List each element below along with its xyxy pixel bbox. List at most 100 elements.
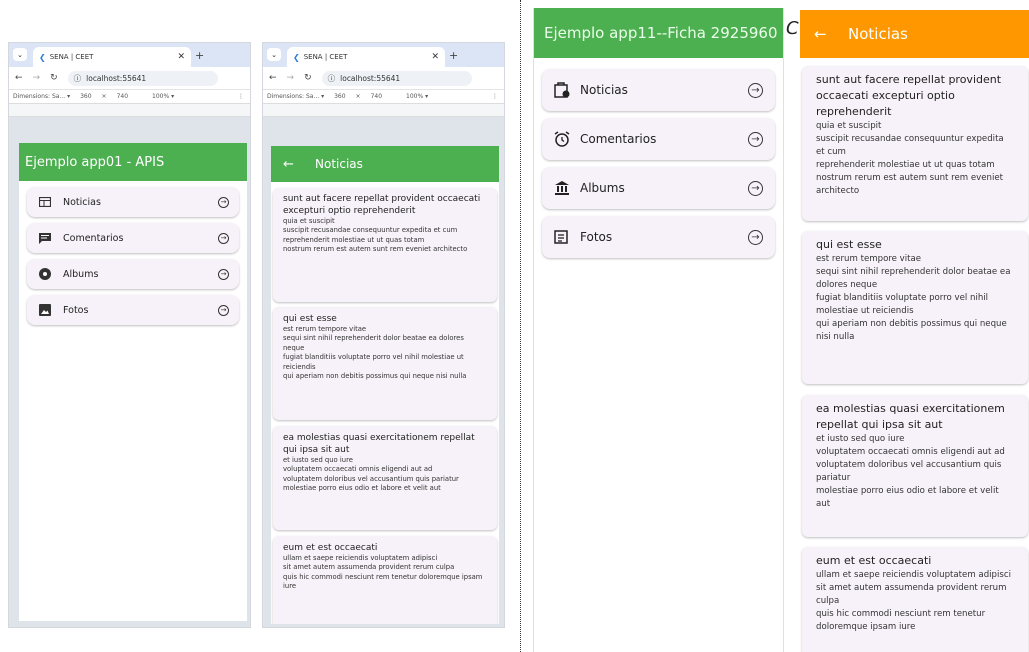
menu-item-label: Comentarios <box>580 132 657 146</box>
height-field[interactable]: 740 <box>371 93 382 100</box>
forward-icon[interactable]: → <box>287 73 295 83</box>
menu-item-label: Fotos <box>63 304 89 316</box>
menu-item-label: Comentarios <box>63 232 124 244</box>
post-body: ullam et saepe reiciendis voluptatem adi… <box>816 570 1011 632</box>
arrow-circle-right-icon[interactable]: → <box>218 304 229 316</box>
page-title: Noticias <box>848 25 908 43</box>
clipped-text: C <box>786 18 799 39</box>
width-field[interactable]: 360 <box>80 93 91 100</box>
post-card: ea molestias quasi exercitationem repell… <box>802 395 1028 537</box>
page-title: Noticias <box>315 157 363 171</box>
forward-icon[interactable]: → <box>33 73 41 83</box>
post-title: sunt aut facere repellat provident occae… <box>816 73 1002 118</box>
post-body: et iusto sed quo iure voluptatem occaeca… <box>816 434 1005 509</box>
tab-close-icon[interactable]: ✕ <box>431 52 439 62</box>
address-bar[interactable]: ⓘ localhost:55641 <box>321 70 472 86</box>
browser-tab[interactable]: ❮ SENA | CEET ✕ <box>33 47 191 67</box>
site-info-icon: ⓘ <box>327 73 336 83</box>
post-card: qui est esse est rerum tempore vitae seq… <box>802 231 1028 384</box>
menu-item-comentarios[interactable]: Comentarios → <box>27 223 239 253</box>
menu-item-label: Fotos <box>580 230 613 244</box>
arrow-circle-right-icon[interactable]: → <box>748 131 763 147</box>
back-arrow-icon[interactable]: ← <box>283 157 294 172</box>
arrow-circle-right-icon[interactable]: → <box>218 232 229 244</box>
menu-item-albums[interactable]: Albums → <box>27 259 239 289</box>
arrow-circle-right-icon[interactable]: → <box>218 268 229 280</box>
back-arrow-icon[interactable]: ← <box>814 25 827 43</box>
device-viewport: Ejemplo app01 - APIS Noticias → Comentar… <box>19 143 247 621</box>
height-field[interactable]: 740 <box>117 93 128 100</box>
post-title: ea molestias quasi exercitationem repell… <box>283 433 475 455</box>
album-icon <box>39 268 51 280</box>
home-panel-large: Ejemplo app11--Ficha 2925960 Noticias → … <box>533 8 784 652</box>
new-tab-icon[interactable]: + <box>195 49 204 62</box>
app-bar: Ejemplo app11--Ficha 2925960 <box>534 8 783 58</box>
alarm-clock-icon <box>554 131 570 147</box>
app-bar: Ejemplo app01 - APIS <box>19 143 247 181</box>
reload-icon[interactable]: ↻ <box>50 73 58 83</box>
app-bar: ← Noticias <box>271 146 499 182</box>
tab-search-chevron-icon[interactable]: ⌄ <box>267 48 281 61</box>
width-field[interactable]: 360 <box>334 93 345 100</box>
post-body: et iusto sed quo iure voluptatem occaeca… <box>283 456 459 493</box>
browser-window-news: ⌄ ❮ SENA | CEET ✕ + ← → ↻ ⓘ localhost:55… <box>262 42 505 628</box>
browser-toolbar: ← → ↻ ⓘ localhost:55641 <box>9 67 250 89</box>
post-title: eum et est occaecati <box>283 543 378 553</box>
device-toolbar: Dimensions: Sa... ▾ 360 × 740 100% ▾ ⋮ <box>263 89 504 103</box>
menu-item-fotos[interactable]: Fotos → <box>27 295 239 325</box>
times-symbol: × <box>101 93 107 100</box>
menu-item-label: Noticias <box>63 196 101 208</box>
menu-item-comentarios[interactable]: Comentarios → <box>542 118 775 160</box>
tab-close-icon[interactable]: ✕ <box>177 52 185 62</box>
tab-search-chevron-icon[interactable]: ⌄ <box>13 48 27 61</box>
divider <box>520 0 521 652</box>
ruler-bar <box>9 103 250 117</box>
new-tab-icon[interactable]: + <box>449 49 458 62</box>
more-options-icon[interactable]: ⋮ <box>492 93 498 100</box>
museum-icon <box>554 180 570 196</box>
back-icon[interactable]: ← <box>269 73 277 83</box>
arrow-circle-right-icon[interactable]: → <box>748 180 763 196</box>
menu-item-fotos[interactable]: Fotos → <box>542 216 775 258</box>
photo-icon <box>39 304 51 316</box>
browser-tab[interactable]: ❮ SENA | CEET ✕ <box>287 47 445 67</box>
newspaper-icon <box>39 197 51 207</box>
article-icon <box>554 230 568 244</box>
menu-item-noticias[interactable]: Noticias → <box>27 187 239 217</box>
reload-icon[interactable]: ↻ <box>304 73 312 83</box>
menu-item-noticias[interactable]: Noticias → <box>542 69 775 111</box>
device-viewport: ← Noticias sunt aut facere repellat prov… <box>271 146 499 624</box>
post-title: sunt aut facere repellat provident occae… <box>283 194 481 216</box>
menu-item-label: Albums <box>63 268 99 280</box>
menu-item-albums[interactable]: Albums → <box>542 167 775 209</box>
news-alert-icon <box>554 82 570 98</box>
arrow-circle-right-icon[interactable]: → <box>748 229 763 245</box>
post-card: qui est esse est rerum tempore vitae seq… <box>273 307 497 420</box>
times-symbol: × <box>355 93 361 100</box>
arrow-circle-right-icon[interactable]: → <box>748 82 763 98</box>
dimensions-select[interactable]: Dimensions: Sa... ▾ <box>267 93 324 100</box>
arrow-circle-right-icon[interactable]: → <box>218 196 229 208</box>
url-text: localhost:55641 <box>86 73 147 83</box>
app-title: Ejemplo app11--Ficha 2925960 <box>544 24 778 42</box>
post-card: sunt aut facere repellat provident occae… <box>273 188 497 302</box>
tab-strip: ⌄ ❮ SENA | CEET ✕ + <box>9 43 250 67</box>
post-card: ea molestias quasi exercitationem repell… <box>273 426 497 530</box>
dimensions-select[interactable]: Dimensions: Sa... ▾ <box>13 93 70 100</box>
menu-item-label: Noticias <box>580 83 628 97</box>
comment-icon <box>39 232 51 244</box>
post-title: qui est esse <box>816 238 882 251</box>
browser-toolbar: ← → ↻ ⓘ localhost:55641 <box>263 67 504 89</box>
post-card: eum et est occaecati ullam et saepe reic… <box>273 536 497 624</box>
more-options-icon[interactable]: ⋮ <box>238 93 244 100</box>
zoom-select[interactable]: 100% ▾ <box>152 93 174 100</box>
app-bar: ← Noticias <box>800 10 1029 58</box>
address-bar[interactable]: ⓘ localhost:55641 <box>67 70 218 86</box>
post-card: sunt aut facere repellat provident occae… <box>802 66 1028 221</box>
menu-item-label: Albums <box>580 181 625 195</box>
back-icon[interactable]: ← <box>15 73 23 83</box>
zoom-select[interactable]: 100% ▾ <box>406 93 428 100</box>
post-title: qui est esse <box>283 314 337 324</box>
device-toolbar: Dimensions: Sa... ▾ 360 × 740 100% ▾ ⋮ <box>9 89 250 103</box>
tab-strip: ⌄ ❮ SENA | CEET ✕ + <box>263 43 504 67</box>
